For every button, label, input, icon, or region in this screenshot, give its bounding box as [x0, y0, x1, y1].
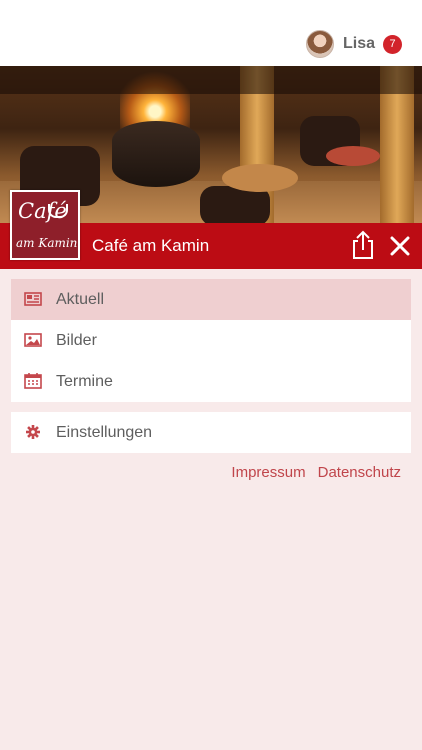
menu-item-einstellungen[interactable]: Einstellungen	[11, 412, 411, 453]
close-button[interactable]	[386, 231, 414, 261]
page-title: Café am Kamin	[92, 236, 210, 255]
menu-item-bilder[interactable]: Bilder	[11, 320, 411, 361]
user-name[interactable]: Lisa	[343, 35, 375, 53]
menu-item-label: Bilder	[56, 331, 97, 349]
cover-ceiling	[0, 66, 422, 94]
gear-icon	[26, 425, 40, 439]
menu-item-termine[interactable]: Termine	[11, 361, 411, 402]
user-profile[interactable]: Lisa 7	[305, 30, 402, 58]
settings-menu: Einstellungen	[11, 412, 411, 453]
cafe-logo: Café am Kamin	[10, 190, 80, 260]
image-icon	[24, 333, 42, 347]
share-button[interactable]	[349, 229, 377, 261]
close-icon	[390, 236, 410, 256]
menu-item-label: Aktuell	[56, 290, 105, 308]
datenschutz-link[interactable]: Datenschutz	[318, 464, 401, 481]
footer-links: Impressum Datenschutz	[231, 464, 401, 481]
logo-line-2: am Kamin	[16, 236, 78, 250]
share-icon	[353, 230, 373, 259]
menu-item-label: Termine	[56, 372, 113, 390]
user-avatar[interactable]	[305, 30, 334, 58]
cover-table	[326, 146, 380, 166]
top-bar: Lisa 7	[0, 0, 422, 66]
cover-fireplace-base	[112, 121, 200, 187]
notification-count: 7	[389, 38, 396, 50]
menu-item-label: Einstellungen	[56, 423, 153, 441]
menu-item-aktuell[interactable]: Aktuell	[11, 279, 411, 320]
notification-badge[interactable]: 7	[383, 34, 402, 54]
impressum-link[interactable]: Impressum	[231, 464, 305, 481]
cup-icon	[48, 204, 68, 218]
calendar-icon	[24, 373, 42, 389]
cover-table	[222, 164, 298, 192]
newspaper-icon	[24, 292, 42, 306]
main-menu: Aktuell Bilder Termine	[11, 279, 411, 402]
